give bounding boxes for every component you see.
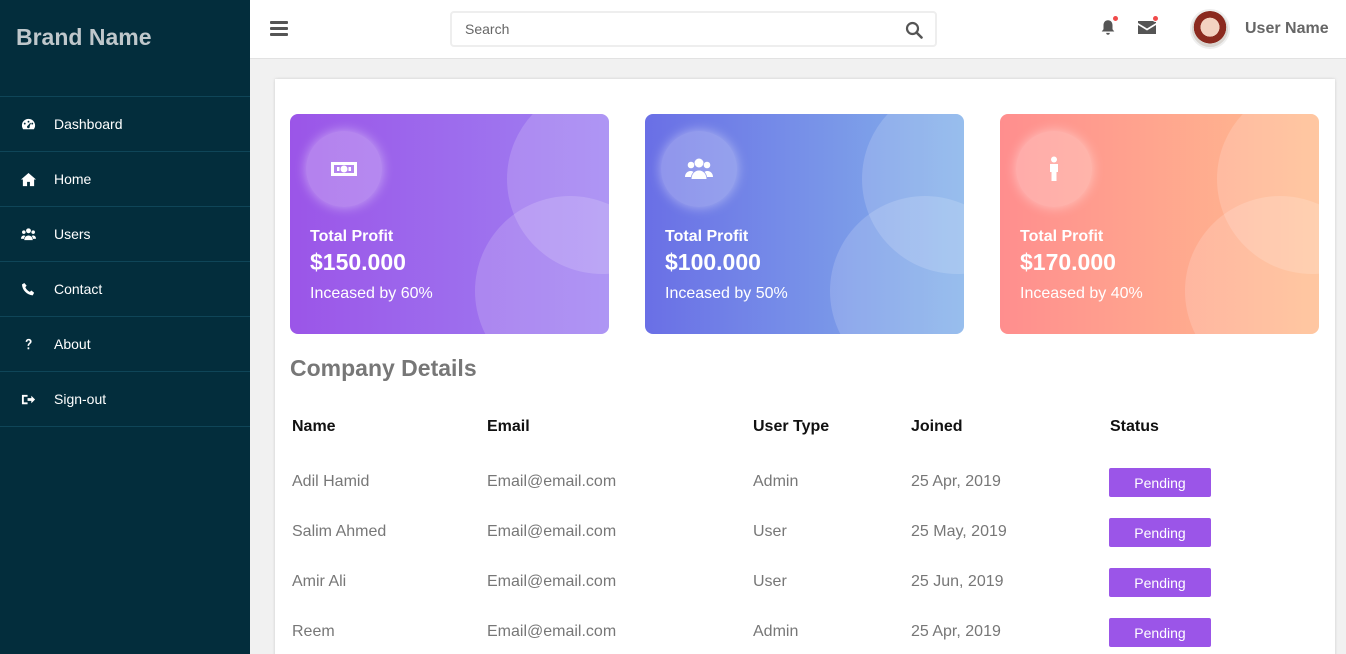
sidebar: Brand Name Dashboard Home Users Contact … <box>0 0 250 654</box>
money-icon <box>306 131 382 207</box>
section-title: Company Details <box>290 355 477 381</box>
cell-name: Salim Ahmed <box>292 523 387 540</box>
sidebar-item-about[interactable]: About <box>0 317 250 372</box>
cell-joined: 25 May, 2019 <box>911 523 1007 540</box>
top-bar: User Name <box>250 0 1346 59</box>
question-icon <box>20 336 36 352</box>
stat-card: Total Profit $170.000 Inceased by 40% <box>1000 114 1319 334</box>
status-button[interactable]: Pending <box>1109 468 1211 497</box>
card-value: $170.000 <box>1020 249 1116 275</box>
cell-user-type: User <box>753 523 787 540</box>
stat-card: Total Profit $100.000 Inceased by 50% <box>645 114 964 334</box>
user-name[interactable]: User Name <box>1245 20 1329 38</box>
card-decoration <box>475 196 609 334</box>
column-header: Email <box>487 418 530 435</box>
phone-icon <box>20 281 36 297</box>
cell-email: Email@email.com <box>487 473 617 490</box>
sidebar-item-label: Dashboard <box>54 116 123 132</box>
table-row: Amir Ali Email@email.com User 25 Jun, 20… <box>292 568 1322 598</box>
card-decoration <box>830 196 964 334</box>
cell-user-type: Admin <box>753 623 799 640</box>
cell-joined: 25 Apr, 2019 <box>911 473 1001 490</box>
message-dot <box>1152 15 1159 22</box>
sidebar-item-label: Home <box>54 171 92 187</box>
dashboard-icon <box>20 116 36 132</box>
column-header: Name <box>292 418 336 435</box>
cell-name: Adil Hamid <box>292 473 370 490</box>
stat-card: Total Profit $150.000 Inceased by 60% <box>290 114 609 334</box>
cell-user-type: User <box>753 573 787 590</box>
column-header: User Type <box>753 418 830 435</box>
cell-email: Email@email.com <box>487 573 617 590</box>
card-label: Total Profit <box>310 228 394 245</box>
card-value: $150.000 <box>310 249 406 275</box>
card-value: $100.000 <box>665 249 761 275</box>
column-header: Joined <box>911 418 963 435</box>
notification-dot <box>1112 15 1119 22</box>
status-button[interactable]: Pending <box>1109 618 1211 647</box>
search-box <box>450 11 937 47</box>
cell-name: Reem <box>292 623 335 640</box>
cell-name: Amir Ali <box>292 573 347 590</box>
table-row: Reem Email@email.com Admin 25 Apr, 2019 … <box>292 618 1322 648</box>
cell-joined: 25 Jun, 2019 <box>911 573 1004 590</box>
person-icon <box>1016 131 1092 207</box>
sidebar-item-dashboard[interactable]: Dashboard <box>0 97 250 152</box>
sidebar-item-sign-out[interactable]: Sign-out <box>0 372 250 427</box>
sidebar-item-users[interactable]: Users <box>0 207 250 262</box>
brand-name[interactable]: Brand Name <box>0 0 250 97</box>
cell-joined: 25 Apr, 2019 <box>911 623 1001 640</box>
sidebar-item-label: Contact <box>54 281 103 297</box>
card-subtitle: Inceased by 40% <box>1020 285 1143 302</box>
table-row: Adil Hamid Email@email.com Admin 25 Apr,… <box>292 468 1322 498</box>
sidebar-item-label: Users <box>54 226 91 242</box>
card-subtitle: Inceased by 50% <box>665 285 788 302</box>
sidebar-item-home[interactable]: Home <box>0 152 250 207</box>
search-input[interactable] <box>452 13 872 45</box>
table-header: Name Email User Type Joined Status <box>292 418 1322 440</box>
cell-user-type: Admin <box>753 473 799 490</box>
cell-email: Email@email.com <box>487 523 617 540</box>
card-label: Total Profit <box>1020 228 1104 245</box>
card-label: Total Profit <box>665 228 749 245</box>
users-icon <box>661 131 737 207</box>
table-row: Salim Ahmed Email@email.com User 25 May,… <box>292 518 1322 548</box>
avatar[interactable] <box>1190 9 1230 49</box>
card-decoration <box>1185 196 1319 334</box>
home-icon <box>20 171 36 187</box>
menu-icon[interactable] <box>270 21 288 37</box>
users-icon <box>20 226 36 242</box>
sign-out-icon <box>20 391 36 407</box>
sidebar-item-label: Sign-out <box>54 391 107 407</box>
search-icon[interactable] <box>905 21 923 39</box>
envelope-icon[interactable] <box>1137 15 1159 37</box>
sidebar-item-contact[interactable]: Contact <box>0 262 250 317</box>
status-button[interactable]: Pending <box>1109 518 1211 547</box>
card-subtitle: Inceased by 60% <box>310 285 433 302</box>
bell-icon[interactable] <box>1099 15 1119 38</box>
status-button[interactable]: Pending <box>1109 568 1211 597</box>
column-header: Status <box>1110 418 1159 435</box>
cell-email: Email@email.com <box>487 623 617 640</box>
main-panel: Total Profit $150.000 Inceased by 60% To… <box>275 79 1335 654</box>
sidebar-item-label: About <box>54 336 91 352</box>
